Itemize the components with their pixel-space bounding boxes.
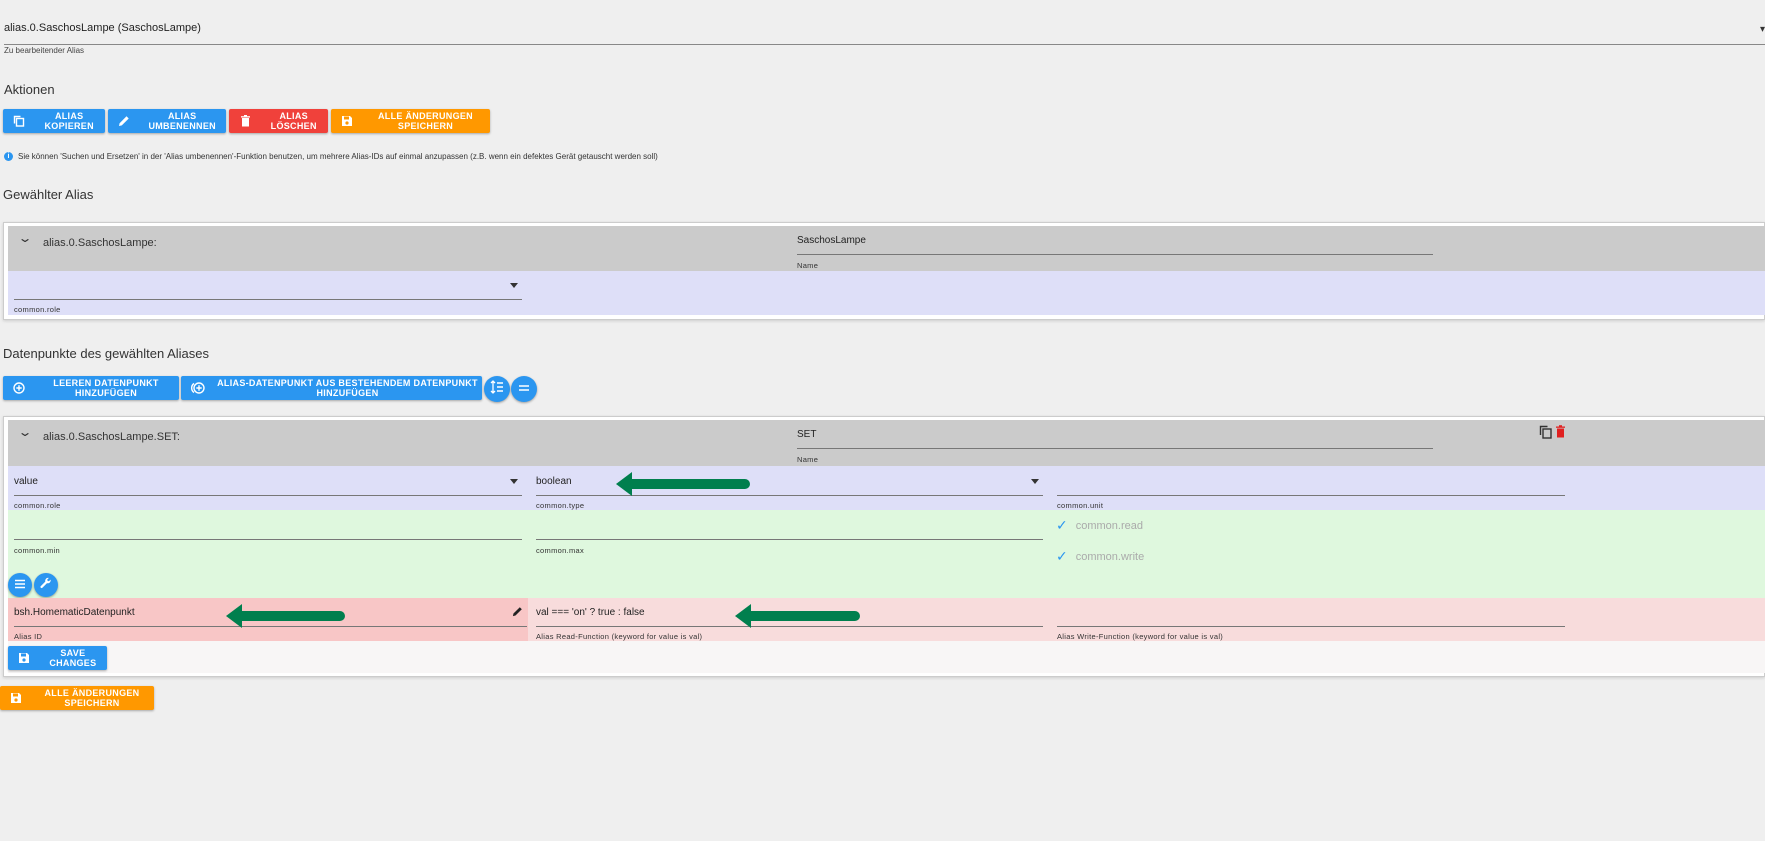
write-function-field[interactable] (1057, 599, 1565, 627)
datapoint-name-value: SET (797, 429, 817, 440)
datapoint-name-field[interactable]: SET (797, 423, 1433, 449)
alias-name-value: SaschosLampe (797, 235, 866, 246)
check-icon: ✓ (1056, 517, 1068, 533)
delete-alias-label: ALIAS LÖSCHEN (270, 111, 317, 131)
add-link-icon (191, 381, 205, 395)
datapoint-unit-field[interactable] (1057, 467, 1565, 496)
trash-icon (239, 114, 251, 128)
write-label: common.write (1075, 550, 1145, 563)
datapoint-footer (8, 641, 1765, 673)
add-empty-datapoint-button[interactable]: LEEREN DATENPUNKT HINZUFÜGEN (3, 376, 179, 400)
delete-alias-button[interactable]: ALIAS LÖSCHEN (229, 109, 328, 133)
datapoint-max-field[interactable] (536, 512, 1043, 540)
datapoint-id: alias.0.SaschosLampe.SET: (43, 431, 180, 443)
info-hint: i Sie können 'Suchen und Ersetzen' in de… (4, 152, 658, 161)
save-all-bottom-label: ALLE ÄNDERUNGEN SPEICHERN (44, 688, 140, 708)
datapoint-min-field[interactable] (14, 512, 522, 540)
alias-id-value: bsh.HomematicDatenpunkt (14, 607, 135, 618)
copy-icon (13, 114, 25, 128)
add-from-existing-button[interactable]: ALIAS-DATENPUNKT AUS BESTEHENDEM DATENPU… (181, 376, 482, 400)
dropdown-arrow-icon (510, 283, 518, 288)
collapse-all-button[interactable] (511, 376, 537, 402)
format-line-spacing-icon (490, 379, 504, 399)
alias-select-helper: Zu bearbeitender Alias (4, 46, 85, 55)
annotation-arrow (226, 604, 345, 628)
alias-name-field[interactable]: SaschosLampe (797, 229, 1433, 255)
datapoint-role-label: common.role (14, 501, 61, 510)
actions-title: Aktionen (4, 82, 55, 97)
pencil-icon (118, 114, 130, 128)
save-icon (341, 114, 353, 128)
menu-icon (14, 576, 26, 594)
rename-alias-label: ALIAS UMBENENNEN (148, 111, 216, 131)
alias-id-label: Alias ID (14, 632, 43, 641)
equals-icon (518, 380, 530, 398)
dropdown-arrow-icon (510, 479, 518, 484)
alias-role-label: common.role (14, 305, 61, 314)
chevron-down-icon[interactable]: ⌄ (17, 425, 32, 439)
read-checkbox[interactable]: ✓ common.read (1056, 517, 1143, 534)
datapoint-type-label: common.type (536, 501, 585, 510)
add-circle-icon (13, 381, 25, 395)
trash-icon[interactable] (1555, 425, 1566, 443)
datapoint-role-select[interactable]: value (14, 467, 522, 496)
alias-select[interactable]: alias.0.SaschosLampe (SaschosLampe) ▾ (4, 14, 1765, 45)
datapoint-type-select[interactable]: boolean (536, 467, 1043, 496)
add-empty-datapoint-label: LEEREN DATENPUNKT HINZUFÜGEN (53, 378, 159, 398)
read-function-value: val === 'on' ? true : false (536, 607, 645, 618)
copy-alias-button[interactable]: ALIAS KOPIEREN (3, 109, 105, 133)
pencil-icon[interactable] (512, 604, 523, 622)
rename-alias-button[interactable]: ALIAS UMBENENNEN (108, 109, 226, 133)
copy-alias-label: ALIAS KOPIEREN (44, 111, 94, 131)
save-all-bottom-button[interactable]: ALLE ÄNDERUNGEN SPEICHERN (0, 686, 154, 710)
function-toggle-button[interactable] (34, 573, 58, 597)
datapoint-min-label: common.min (14, 546, 60, 555)
save-changes-label: SAVE CHANGES (49, 648, 97, 668)
read-function-label: Alias Read-Function (keyword for value i… (536, 632, 703, 641)
datapoint-name-label: Name (797, 455, 819, 464)
read-label: common.read (1075, 519, 1143, 532)
annotation-arrow (735, 604, 860, 628)
expand-all-button[interactable] (484, 376, 510, 402)
selected-alias-title: Gewählter Alias (3, 187, 94, 202)
info-text: Sie können 'Suchen und Ersetzen' in der … (18, 152, 658, 161)
dropdown-arrow-icon (1031, 479, 1039, 484)
alias-select-value: alias.0.SaschosLampe (SaschosLampe) (4, 22, 201, 34)
datapoint-type-value: boolean (536, 476, 572, 487)
selected-alias-id: alias.0.SaschosLampe: (43, 237, 157, 249)
list-toggle-button[interactable] (8, 573, 32, 597)
save-all-button[interactable]: ALLE ÄNDERUNGEN SPEICHERN (331, 109, 490, 133)
datapoints-title: Datenpunkte des gewählten Aliases (3, 346, 209, 361)
chevron-down-icon[interactable]: ⌄ (17, 231, 32, 245)
wrench-icon (40, 576, 52, 594)
datapoint-max-label: common.max (536, 546, 585, 555)
save-icon (10, 691, 22, 705)
save-all-label: ALLE ÄNDERUNGEN SPEICHERN (377, 111, 473, 131)
save-icon (18, 651, 31, 665)
save-changes-button[interactable]: SAVE CHANGES (8, 646, 107, 670)
chevron-down-icon: ▾ (1759, 24, 1765, 35)
write-function-label: Alias Write-Function (keyword for value … (1057, 632, 1224, 641)
write-checkbox[interactable]: ✓ common.write (1056, 548, 1144, 565)
datapoint-unit-label: common.unit (1057, 501, 1104, 510)
datapoint-role-value: value (14, 476, 38, 487)
add-from-existing-label: ALIAS-DATENPUNKT AUS BESTEHENDEM DATENPU… (217, 378, 478, 398)
check-icon: ✓ (1056, 548, 1068, 564)
alias-role-select[interactable] (14, 272, 522, 300)
info-icon: i (4, 152, 13, 161)
annotation-arrow (616, 472, 750, 496)
alias-name-label: Name (797, 261, 819, 270)
copy-icon[interactable] (1539, 425, 1552, 444)
